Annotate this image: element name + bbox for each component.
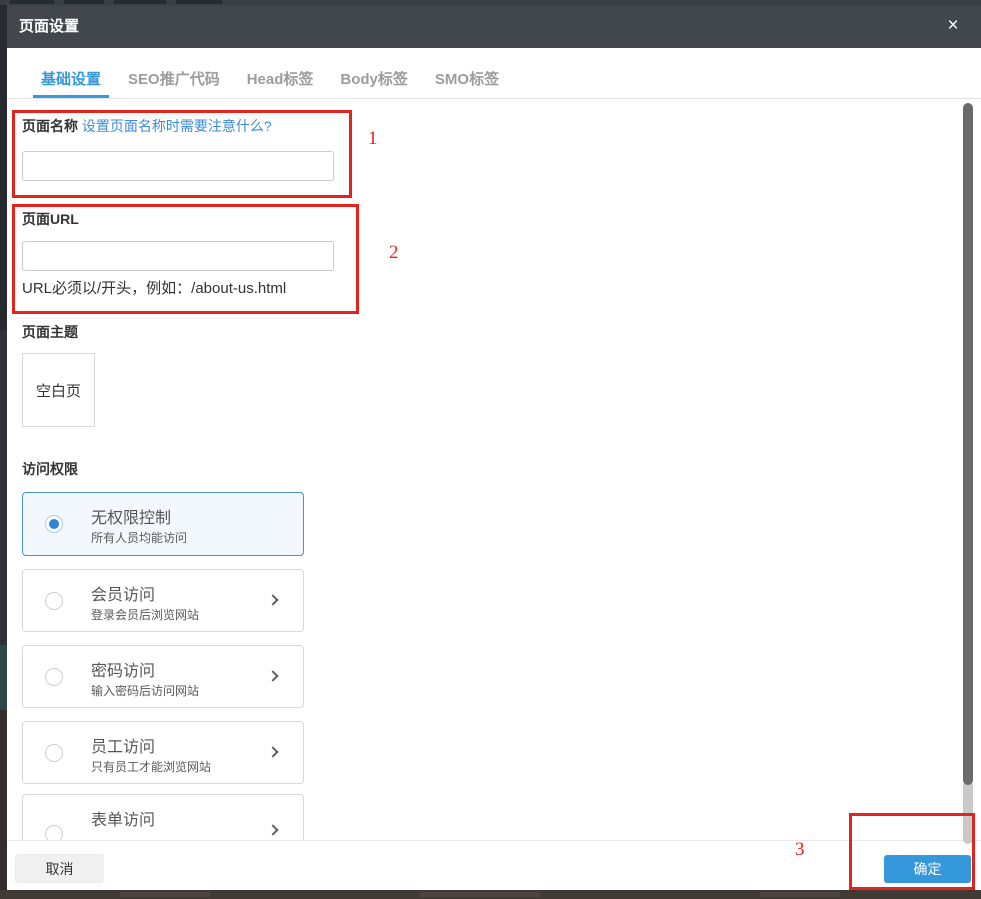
theme-option-label: 空白页 [36,380,81,401]
page-name-label: 页面名称 设置页面名称时需要注意什么? [22,116,272,136]
backdrop-fragment [0,710,7,895]
page-name-label-text: 页面名称 [22,118,78,134]
chevron-right-icon [267,746,278,757]
vertical-scrollbar[interactable] [963,100,973,850]
page-url-label: 页面URL [22,209,79,229]
access-option-subtitle: 输入密码后访问网站 [91,682,199,699]
cancel-button[interactable]: 取消 [15,854,104,883]
chevron-right-icon [267,670,278,681]
access-option-member[interactable]: 会员访问 登录会员后浏览网站 [22,569,304,632]
radio-dot [49,519,59,529]
access-option-title: 会员访问 [91,581,155,605]
access-option-title: 无权限控制 [91,504,171,528]
radio-icon[interactable] [45,744,63,762]
backdrop-fragment [0,330,7,645]
backdrop-fragment [114,0,166,4]
chevron-right-icon [267,824,278,835]
access-option-title: 表单访问 [91,806,155,830]
backdrop-fragment [120,892,210,897]
access-option-no-restriction[interactable]: 无权限控制 所有人员均能访问 [22,492,304,556]
backdrop-fragment [64,0,104,4]
access-option-title: 员工访问 [91,733,155,757]
backdrop-fragment [0,645,7,710]
access-option-subtitle: 所有人员均能访问 [91,529,187,546]
page-url-hint: URL必须以/开头，例如：/about-us.html [22,277,286,298]
tab-seo-code[interactable]: SEO推广代码 [120,63,228,98]
scrollbar-track[interactable] [963,780,973,844]
tab-basic-settings[interactable]: 基础设置 [33,63,109,98]
backdrop-left-strip [0,5,7,890]
close-icon[interactable]: × [938,5,968,48]
page-settings-screen: 页面设置 × 基础设置 SEO推广代码 Head标签 Body标签 SMO标签 … [0,0,981,899]
tab-head-tag[interactable]: Head标签 [239,63,322,98]
tab-smo-tag[interactable]: SMO标签 [427,63,507,98]
access-permission-label: 访问权限 [22,459,78,479]
dialog-title: 页面设置 [19,5,79,48]
page-url-input[interactable] [22,241,334,271]
tab-body-tag[interactable]: Body标签 [332,63,416,98]
dialog-footer: 取消 确定 [7,840,981,890]
chevron-right-icon [267,594,278,605]
backdrop-fragment [420,892,540,897]
page-name-input[interactable] [22,151,334,181]
access-option-subtitle: 登录会员后浏览网站 [91,606,199,623]
access-option-staff[interactable]: 员工访问 只有员工才能浏览网站 [22,721,304,784]
backdrop-fragment [760,892,840,897]
radio-icon[interactable] [45,592,63,610]
dialog-header: 页面设置 × [7,5,981,48]
radio-selected-icon[interactable] [45,515,63,533]
page-settings-dialog: 页面设置 × 基础设置 SEO推广代码 Head标签 Body标签 SMO标签 … [7,5,981,890]
theme-option-blank-page[interactable]: 空白页 [22,353,95,427]
backdrop-bottom-strip [0,890,981,899]
access-option-title: 密码访问 [91,657,155,681]
access-option-subtitle: 只有员工才能浏览网站 [91,758,211,775]
page-name-help-link[interactable]: 设置页面名称时需要注意什么? [82,118,272,134]
confirm-button[interactable]: 确定 [884,855,971,883]
backdrop-fragment [10,0,54,4]
radio-icon[interactable] [45,668,63,686]
scrollbar-thumb[interactable] [963,103,973,785]
page-theme-label: 页面主题 [22,322,78,342]
access-option-password[interactable]: 密码访问 输入密码后访问网站 [22,645,304,708]
backdrop-fragment [176,0,222,4]
settings-tabbar: 基础设置 SEO推广代码 Head标签 Body标签 SMO标签 [7,63,981,99]
